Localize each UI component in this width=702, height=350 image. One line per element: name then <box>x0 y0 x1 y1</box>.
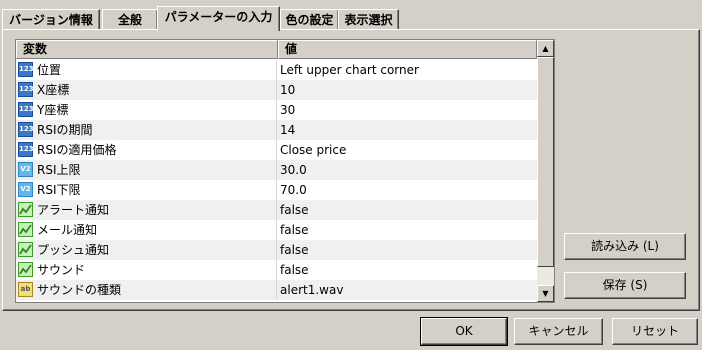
variable-name: アラート通知 <box>37 203 110 217</box>
table-row[interactable]: 123 X座標 10 <box>16 80 537 100</box>
tab-version-info[interactable]: バージョン情報 <box>2 9 100 30</box>
table-row[interactable]: V2 RSI上限 30.0 <box>16 160 537 180</box>
variable-cell: アラート通知 <box>16 200 277 220</box>
double-type-icon: V2 <box>18 182 33 197</box>
integer-type-icon: 123 <box>18 102 34 117</box>
variable-cell: 123 Y座標 <box>16 100 277 120</box>
ok-button[interactable]: OK <box>420 317 508 346</box>
table-row[interactable]: 123 RSIの適用価格 Close price <box>16 140 537 160</box>
tab-label: パラメーターの入力 <box>164 10 273 24</box>
tab-label: バージョン情報 <box>9 13 93 27</box>
table-row[interactable]: メール通知 false <box>16 220 537 240</box>
save-button[interactable]: 保存 (S) <box>564 272 686 299</box>
variable-cell: 123 RSIの期間 <box>16 120 277 140</box>
tab-label: 表示選択 <box>344 13 393 27</box>
integer-type-icon: 123 <box>18 82 34 97</box>
scroll-down-button[interactable]: ▼ <box>537 285 554 302</box>
table-row[interactable]: ab サウンドの種類 alert1.wav <box>16 280 537 300</box>
scroll-thumb[interactable] <box>537 57 554 267</box>
cancel-button[interactable]: キャンセル <box>514 318 603 345</box>
variable-cell: V2 RSI上限 <box>16 160 277 180</box>
table-row[interactable]: V2 RSI下限 70.0 <box>16 180 537 200</box>
table-row[interactable]: 123 位置 Left upper chart corner <box>16 60 537 80</box>
variable-cell: 123 RSIの適用価格 <box>16 140 277 160</box>
variable-cell: ab サウンドの種類 <box>16 280 277 300</box>
table-row[interactable]: 123 RSIの期間 14 <box>16 120 537 140</box>
variable-cell: V2 RSI下限 <box>16 180 277 200</box>
table-row[interactable]: サウンド false <box>16 260 537 280</box>
column-header-variable[interactable]: 変数 <box>16 40 278 59</box>
value-cell[interactable]: 10 <box>280 80 295 100</box>
variable-cell: プッシュ通知 <box>16 240 277 260</box>
tab-colors[interactable]: 色の設定 <box>280 9 339 30</box>
variable-name: RSIの期間 <box>37 123 93 137</box>
value-cell[interactable]: false <box>280 240 309 260</box>
parameter-grid: 変数 値 123 位置 Left upper chart corner 123 X座標 1… <box>15 39 555 303</box>
scroll-up-button[interactable]: ▲ <box>537 40 554 57</box>
variable-name: サウンドの種類 <box>37 283 122 297</box>
string-type-icon: ab <box>18 282 33 297</box>
value-cell[interactable]: alert1.wav <box>280 280 343 300</box>
variable-name: X座標 <box>37 83 70 97</box>
variable-name: 位置 <box>37 63 62 77</box>
integer-type-icon: 123 <box>18 142 34 157</box>
tab-label: 色の設定 <box>285 13 334 27</box>
double-type-icon: V2 <box>18 162 33 177</box>
bool-type-icon <box>18 262 33 277</box>
tab-display[interactable]: 表示選択 <box>338 9 399 30</box>
variable-name: RSI下限 <box>37 183 81 197</box>
variable-name: プッシュ通知 <box>37 243 110 257</box>
value-cell[interactable]: Left upper chart corner <box>280 60 419 80</box>
bool-type-icon <box>18 242 33 257</box>
variable-cell: サウンド <box>16 260 277 280</box>
reset-button[interactable]: リセット <box>612 318 698 345</box>
table-row[interactable]: 123 Y座標 30 <box>16 100 537 120</box>
tab-label: 全般 <box>117 13 142 27</box>
value-cell[interactable]: false <box>280 200 309 220</box>
integer-type-icon: 123 <box>18 62 34 77</box>
vertical-scrollbar[interactable]: ▲ ▼ <box>537 40 554 302</box>
tab-general[interactable]: 全般 <box>102 9 158 30</box>
integer-type-icon: 123 <box>18 122 34 137</box>
variable-cell: メール通知 <box>16 220 277 240</box>
table-row[interactable]: プッシュ通知 false <box>16 240 537 260</box>
variable-name: サウンド <box>37 263 86 277</box>
variable-name: Y座標 <box>37 103 69 117</box>
load-button[interactable]: 読み込み (L) <box>564 233 686 260</box>
value-cell[interactable]: Close price <box>280 140 346 160</box>
variable-cell: 123 X座標 <box>16 80 277 100</box>
column-header-value[interactable]: 値 <box>278 40 537 59</box>
variable-name: メール通知 <box>37 223 98 237</box>
value-cell[interactable]: 14 <box>280 120 295 140</box>
bool-type-icon <box>18 202 33 217</box>
bool-type-icon <box>18 222 33 237</box>
value-cell[interactable]: 30.0 <box>280 160 307 180</box>
tab-parameters[interactable]: パラメーターの入力 <box>157 6 280 31</box>
value-cell[interactable]: 70.0 <box>280 180 307 200</box>
value-cell[interactable]: false <box>280 260 309 280</box>
variable-name: RSI上限 <box>37 163 81 177</box>
value-cell[interactable]: false <box>280 220 309 240</box>
value-cell[interactable]: 30 <box>280 100 295 120</box>
variable-name: RSIの適用価格 <box>37 143 117 157</box>
variable-cell: 123 位置 <box>16 60 277 80</box>
table-row[interactable]: アラート通知 false <box>16 200 537 220</box>
